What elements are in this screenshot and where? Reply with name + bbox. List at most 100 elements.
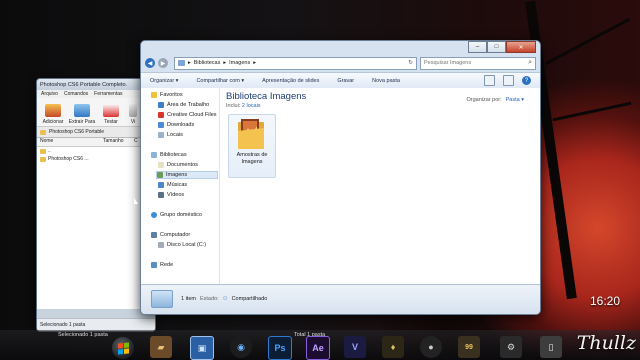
extract-icon [74,104,90,117]
includes-label: Inclui: [226,103,241,109]
taskbar-app-vegas[interactable]: V [344,336,366,358]
taskbar-app-after-effects[interactable]: Ae [306,336,330,360]
taskbar-app-explorer[interactable]: ▣ [190,336,214,360]
music-icon [158,182,164,188]
taskbar-app-settings[interactable]: ⚙ [500,336,522,358]
archive-path-bar[interactable]: Photoshop CS6 Portable [37,127,155,138]
test-button[interactable]: Testar [98,99,124,125]
slideshow-button[interactable]: Apresentação de slides [262,78,319,84]
command-bar: Organizar ▾ Compartilhar com ▾ Apresenta… [141,72,540,89]
nav-item-label: Locais [167,132,183,138]
arrow-right-icon: ▶ [160,60,166,67]
menu-ferramentas[interactable]: Ferramentas [94,91,122,97]
nav-homegroup[interactable]: Grupo doméstico [151,212,202,218]
column-c[interactable]: C [131,138,138,146]
nav-libraries-header[interactable]: Bibliotecas [151,152,187,158]
archive-menubar: Arquivo Comandos Ferramentas [37,90,155,98]
breadcrumb-libraries[interactable]: Bibliotecas [194,60,221,66]
library-includes: Inclui: 2 locais [226,103,261,109]
folder-thumbnail-icon [238,119,264,149]
signature-watermark: Thullz [576,332,636,354]
nav-item-downloads[interactable]: Downloads [158,122,194,128]
nav-network[interactable]: Rede [151,262,173,268]
menu-comandos[interactable]: Comandos [64,91,88,97]
nav-item-local-disk[interactable]: Disco Local (C:) [158,242,206,248]
explorer-app-icon: ▣ [197,342,207,353]
minimize-button[interactable]: – [468,41,487,53]
windows-logo-icon [117,341,129,355]
after-effects-app-label: Ae [312,343,324,353]
taskbar-app-99[interactable]: 99 [458,336,480,358]
state-label: Estado: [199,296,219,302]
organize-button[interactable]: Organizar ▾ [150,78,178,84]
navigation-pane: Favoritos Área de Trabalho Creative Clou… [141,88,220,285]
help-icon[interactable]: ? [522,76,531,85]
column-name[interactable]: Nome [37,138,100,146]
nav-libraries-label: Bibliotecas [160,152,187,158]
nav-item-creative-cloud[interactable]: Creative Cloud Files [158,112,217,118]
taskbar-app-photoshop[interactable]: Ps [268,336,292,360]
computer-icon [151,232,157,238]
nav-item-videos[interactable]: Vídeos [158,192,184,198]
menu-arquivo[interactable]: Arquivo [41,91,58,97]
back-button[interactable]: ◀ [145,58,155,68]
camera-app-icon: ◉ [237,341,245,352]
taskbar-app-game[interactable]: ♦ [382,336,404,358]
search-icon[interactable]: ⌕ [528,59,532,67]
app-99-label: 99 [465,343,473,351]
library-title: Biblioteca Imagens [226,91,307,102]
column-size[interactable]: Tamanho [100,138,131,146]
taskbar-app-camera[interactable]: ◉ [230,336,252,358]
maximize-button[interactable]: □ [487,41,506,53]
address-bar[interactable]: ▸ Bibliotecas ▸ Imagens ▸ ↻ [174,56,417,70]
details-pane: 1 item Estado: ⚇ Compartilhado [141,284,540,314]
nav-item-label: Vídeos [167,192,185,198]
search-input[interactable] [424,60,514,66]
start-button[interactable] [112,337,134,359]
nav-homegroup-label: Grupo doméstico [160,212,202,218]
arrange-by-dropdown[interactable]: Pasta ▾ [506,97,524,103]
forward-button[interactable]: ▶ [158,58,168,68]
taskbar-app-media[interactable]: ● [420,336,442,358]
preview-pane-icon[interactable] [503,75,514,86]
search-box[interactable]: ⌕ [420,56,536,70]
extract-to-button[interactable]: Extrair Para [69,99,95,125]
breadcrumb-images[interactable]: Imagens [229,60,250,66]
folder-item-sample-pictures[interactable]: Amostras de Imagens [228,114,276,178]
trash-icon: ▯ [548,341,554,352]
nav-item-label: Documentos [167,162,198,168]
folder-up-icon [40,148,46,154]
nav-favorites-label: Favoritos [160,92,183,98]
nav-favorites-header[interactable]: Favoritos [151,92,183,98]
archive-titlebar[interactable]: Photoshop CS6 Portable Completo. [37,79,155,90]
refresh-icon[interactable]: ↻ [408,60,413,66]
close-button[interactable]: ✕ [506,41,536,53]
view-controls: ? [484,75,531,86]
includes-locations-link[interactable]: 2 locais [242,103,261,109]
taskbar-app-folder[interactable]: ▰ [150,336,172,358]
nav-network-label: Rede [160,262,174,268]
view-button[interactable]: Vi [127,99,139,125]
nav-item-label: Disco Local (C:) [167,242,207,248]
item-count: 1 item [181,296,196,302]
nav-item-label: Músicas [167,182,188,188]
folder-item-label: Amostras de Imagens [236,152,268,165]
archive-window[interactable]: Photoshop CS6 Portable Completo. Arquivo… [36,78,156,332]
media-app-icon: ● [428,342,434,352]
new-folder-button[interactable]: Nova pasta [372,78,400,84]
nav-item-locais[interactable]: Locais [158,132,183,138]
nav-item-desktop[interactable]: Área de Trabalho [158,102,209,108]
explorer-window[interactable]: – □ ✕ ◀ ▶ ▸ Bibliotecas ▸ Imagens ▸ ↻ ⌕ … [140,40,541,315]
share-with-button[interactable]: Compartilhar com ▾ [196,78,244,84]
nav-item-music[interactable]: Músicas [158,182,187,188]
library-icon [178,60,185,66]
list-item[interactable]: .. [37,147,155,155]
burn-button[interactable]: Gravar [337,78,354,84]
list-item[interactable]: Photoshop CS6 ... [37,155,155,163]
nav-item-documents[interactable]: Documentos [158,162,198,168]
change-view-icon[interactable] [484,75,495,86]
nav-computer-header[interactable]: Computador [151,232,190,238]
add-button[interactable]: Adicionar [40,99,66,125]
taskbar-recycle-bin[interactable]: ▯ [540,336,562,358]
nav-item-images[interactable]: Imagens [156,171,218,179]
